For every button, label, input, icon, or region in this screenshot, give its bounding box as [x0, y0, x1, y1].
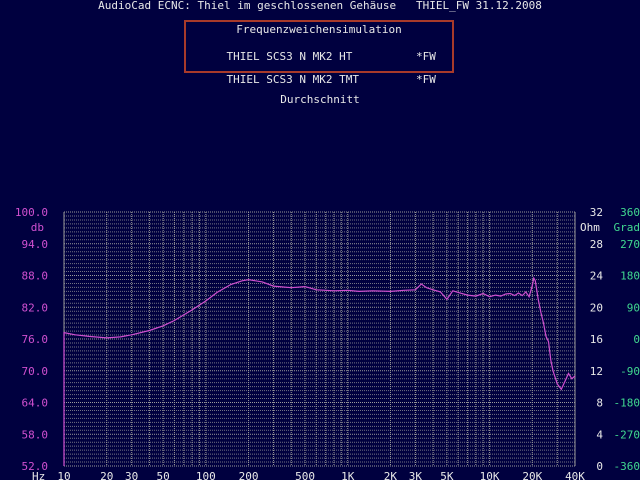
x-tick-label: 200	[239, 470, 259, 480]
y-right-grad-tick-label: -90	[620, 365, 640, 378]
frequency-response-chart: 52.058.064.070.076.082.088.094.0100.0db0…	[15, 206, 640, 480]
y-left-tick-label: 88.0	[22, 270, 49, 283]
y-right-grad-unit: Grad	[614, 221, 640, 234]
y-right-ohm-tick-label: 8	[596, 397, 603, 410]
y-left-tick-label: 100.0	[15, 206, 48, 219]
y-right-grad-tick-label: 180	[620, 270, 640, 283]
y-left-tick-label: 70.0	[22, 365, 49, 378]
y-right-ohm-tick-label: 32	[590, 206, 603, 219]
x-tick-label: 20	[100, 470, 113, 480]
x-tick-label: 500	[295, 470, 315, 480]
x-tick-label: 2K	[384, 470, 398, 480]
x-tick-label: 20K	[522, 470, 542, 480]
x-tick-label: 5K	[440, 470, 454, 480]
y-left-tick-label: 64.0	[22, 397, 49, 410]
y-left-tick-label: 94.0	[22, 238, 49, 251]
y-left-tick-label: 76.0	[22, 333, 49, 346]
y-right-grad-tick-label: 270	[620, 238, 640, 251]
y-right-grad-tick-label: -360	[614, 460, 640, 473]
y-right-ohm-tick-label: 12	[590, 365, 603, 378]
y-right-grad-tick-label: -180	[614, 397, 640, 410]
y-left-unit: db	[31, 221, 44, 234]
y-right-grad-tick-label: -270	[614, 428, 640, 441]
y-right-grad-tick-label: 90	[627, 301, 640, 314]
y-right-ohm-tick-label: 0	[596, 460, 603, 473]
y-right-grad-tick-label: 0	[633, 333, 640, 346]
x-tick-label: 50	[157, 470, 170, 480]
y-left-tick-label: 58.0	[22, 428, 49, 441]
y-right-ohm-unit: Ohm	[580, 221, 600, 234]
y-right-ohm-tick-label: 28	[590, 238, 603, 251]
y-right-grad-tick-label: 360	[620, 206, 640, 219]
x-unit: Hz	[32, 470, 45, 480]
y-left-tick-label: 82.0	[22, 301, 49, 314]
y-right-ohm-tick-label: 4	[596, 428, 603, 441]
x-tick-label: 10K	[480, 470, 500, 480]
x-tick-label: 30	[125, 470, 138, 480]
x-tick-label: 3K	[409, 470, 423, 480]
y-right-ohm-tick-label: 16	[590, 333, 603, 346]
y-right-ohm-tick-label: 20	[590, 301, 603, 314]
x-tick-label: 40K	[565, 470, 585, 480]
y-right-ohm-tick-label: 24	[590, 270, 604, 283]
x-tick-label: 100	[196, 470, 216, 480]
x-tick-label: 10	[57, 470, 70, 480]
x-tick-label: 1K	[341, 470, 355, 480]
